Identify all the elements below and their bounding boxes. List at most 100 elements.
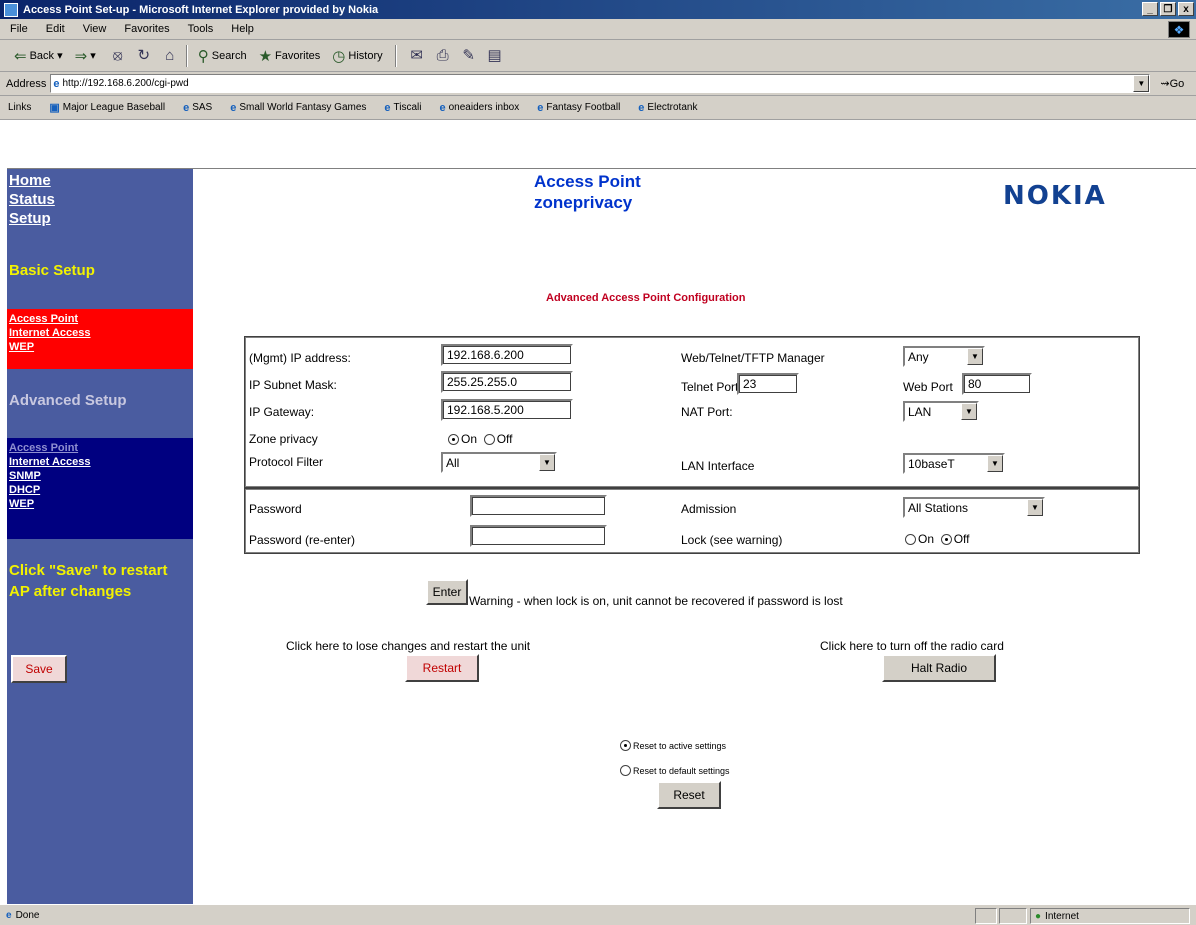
menu-favorites[interactable]: Favorites — [124, 23, 169, 35]
link-inbox[interactable]: e oneaiders inbox — [440, 102, 520, 114]
toolbar-separator — [394, 44, 397, 67]
print-icon[interactable]: ⎙ — [433, 46, 453, 66]
favorites-button[interactable]: ★ Favorites — [259, 47, 321, 65]
link-electrotank[interactable]: e Electrotank — [638, 102, 697, 114]
password-input[interactable] — [470, 495, 607, 517]
lock-radios: On Off — [905, 532, 969, 546]
mail-icon[interactable]: ✉ — [407, 46, 427, 66]
zone-privacy-off-radio[interactable] — [483, 433, 495, 445]
web-port-input[interactable] — [962, 373, 1032, 395]
chevron-down-icon: ▼ — [1027, 499, 1043, 516]
link-icon: e — [230, 101, 237, 114]
link-icon: e — [537, 101, 544, 114]
main-content: Access Point zoneprivacy NOKIA Advanced … — [193, 169, 1196, 904]
mgmt-ip-input[interactable] — [441, 344, 573, 366]
subnet-mask-input[interactable] — [441, 371, 573, 393]
edit-icon[interactable]: ✎ — [459, 46, 479, 66]
address-bar: Address e http://192.168.6.200/cgi-pwd ▼… — [0, 72, 1196, 96]
dhcp-link[interactable]: DHCP — [7, 483, 193, 497]
forward-button[interactable]: ⇒ ▾ — [75, 47, 96, 65]
zone-privacy-label: Zone privacy — [249, 432, 318, 446]
lan-interface-label: LAN Interface — [681, 459, 755, 473]
basic-wep-link[interactable]: WEP — [7, 340, 193, 354]
protocol-filter-select[interactable]: All ▼ — [441, 452, 557, 473]
telnet-port-input[interactable] — [737, 373, 799, 395]
reset-active-radio[interactable] — [620, 740, 631, 751]
minimize-button[interactable]: _ — [1142, 2, 1158, 16]
lock-off-radio[interactable] — [940, 533, 952, 545]
link-mlb[interactable]: ▣ Major League Baseball — [49, 101, 165, 114]
advanced-wep-link[interactable]: WEP — [7, 497, 193, 511]
maximize-button[interactable]: ❒ — [1160, 2, 1176, 16]
address-url: http://192.168.6.200/cgi-pwd — [62, 78, 189, 89]
admission-label: Admission — [681, 502, 737, 516]
link-small-world[interactable]: e Small World Fantasy Games — [230, 102, 366, 114]
go-button[interactable]: ⇝Go — [1160, 77, 1184, 90]
save-button[interactable]: Save — [11, 655, 67, 683]
menu-tools[interactable]: Tools — [188, 23, 214, 35]
halt-radio-button[interactable]: Halt Radio — [882, 654, 996, 682]
chevron-down-icon: ▼ — [987, 455, 1003, 472]
zone-privacy-radios: On Off — [448, 432, 512, 446]
nat-port-select[interactable]: LAN ▼ — [903, 401, 979, 422]
page-title-line2: zoneprivacy — [534, 193, 633, 212]
menu-file[interactable]: File — [10, 23, 28, 35]
link-tiscali[interactable]: e Tiscali — [384, 102, 421, 114]
status-text: Done — [15, 909, 40, 921]
gateway-input[interactable] — [441, 399, 573, 421]
zone-privacy-on-radio[interactable] — [448, 433, 459, 445]
nav-status[interactable]: Status — [7, 190, 193, 209]
stop-icon[interactable]: ⦻ — [108, 46, 128, 66]
lan-interface-select[interactable]: 10baseT ▼ — [903, 453, 1005, 474]
link-sas[interactable]: e SAS — [183, 102, 212, 114]
address-dropdown-icon[interactable]: ▼ — [1133, 75, 1150, 92]
password-reenter-input[interactable] — [470, 525, 607, 547]
halt-radio-note: Click here to turn off the radio card — [820, 639, 1004, 653]
back-button[interactable]: ⇐ Back ▾ — [14, 47, 63, 65]
status-pane — [975, 908, 997, 924]
address-label: Address — [6, 77, 47, 90]
address-input[interactable]: e http://192.168.6.200/cgi-pwd ▼ — [50, 74, 1151, 93]
nav-home[interactable]: Home — [7, 171, 193, 190]
discuss-icon[interactable]: ▤ — [485, 46, 505, 66]
advanced-access-point-link[interactable]: Access Point — [7, 441, 193, 455]
restart-button[interactable]: Restart — [405, 654, 479, 682]
home-icon[interactable]: ⌂ — [160, 46, 180, 66]
subnet-mask-label: IP Subnet Mask: — [249, 378, 337, 392]
window-title: Access Point Set-up - Microsoft Internet… — [23, 3, 379, 16]
manager-select[interactable]: Any ▼ — [903, 346, 985, 367]
lock-on-radio[interactable] — [905, 533, 916, 545]
close-button[interactable]: x — [1178, 2, 1194, 16]
restart-note: Click here to lose changes and restart t… — [286, 639, 531, 653]
advanced-internet-access-link[interactable]: Internet Access — [7, 455, 193, 469]
reset-active-option: Reset to active settings — [620, 740, 726, 751]
page-title-line1: Access Point — [534, 172, 641, 191]
link-icon: e — [183, 101, 190, 114]
enter-button[interactable]: Enter — [426, 579, 468, 605]
protocol-filter-label: Protocol Filter — [249, 455, 324, 469]
history-button[interactable]: ◷ History — [332, 47, 382, 65]
network-settings-box: (Mgmt) IP address: IP Subnet Mask: IP Ga… — [244, 336, 1140, 488]
chevron-down-icon: ▼ — [967, 348, 983, 365]
link-fantasy-football[interactable]: e Fantasy Football — [537, 102, 620, 114]
history-icon: ◷ — [332, 47, 346, 65]
menu-help[interactable]: Help — [231, 23, 254, 35]
window-controls: _ ❒ x — [1142, 2, 1194, 16]
menu-view[interactable]: View — [83, 23, 107, 35]
basic-access-point-link[interactable]: Access Point — [7, 312, 193, 326]
menu-edit[interactable]: Edit — [46, 23, 65, 35]
favorites-icon: ★ — [258, 47, 273, 65]
reset-default-radio[interactable] — [620, 765, 631, 776]
password-label: Password — [249, 502, 302, 516]
search-button[interactable]: ⚲ Search — [198, 47, 247, 65]
globe-icon: ● — [1035, 910, 1042, 922]
refresh-icon[interactable]: ↻ — [134, 46, 154, 66]
admission-select[interactable]: All Stations ▼ — [903, 497, 1045, 518]
nat-port-label: NAT Port: — [681, 405, 733, 419]
snmp-link[interactable]: SNMP — [7, 469, 193, 483]
reset-button[interactable]: Reset — [657, 781, 721, 809]
page-icon: e — [53, 77, 60, 90]
nav-setup[interactable]: Setup — [7, 209, 193, 228]
basic-internet-access-link[interactable]: Internet Access — [7, 326, 193, 340]
menu-bar: File Edit View Favorites Tools Help ❖ — [0, 19, 1196, 40]
